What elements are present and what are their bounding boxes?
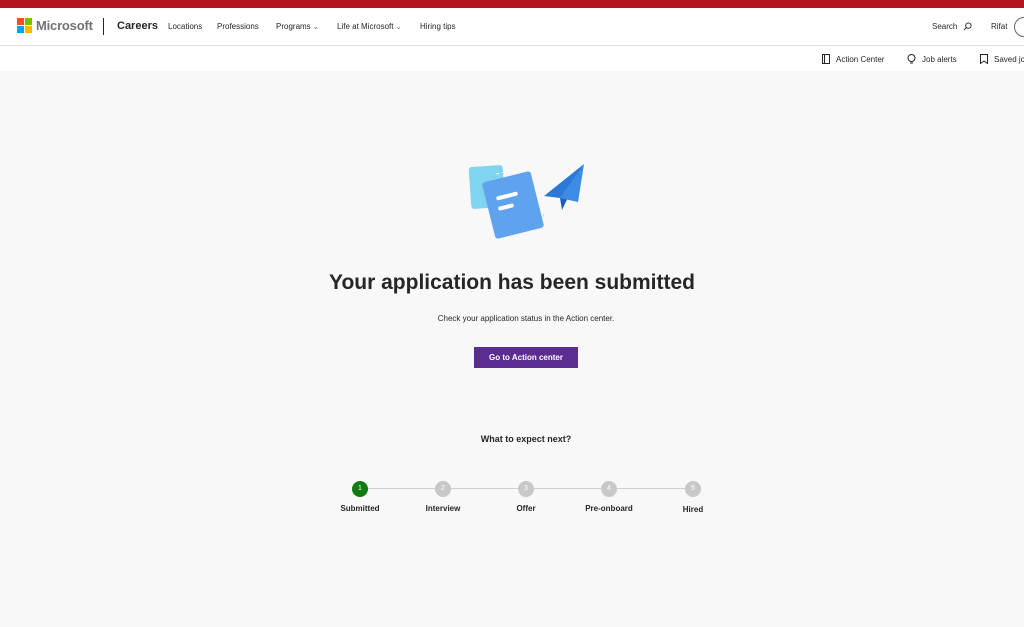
site-header: Microsoft Careers Locations Professions … — [0, 8, 1024, 46]
nav-label: Locations — [168, 22, 203, 31]
header-divider — [103, 18, 104, 35]
secondary-toolbar: Action Center Job alerts Saved jo — [0, 47, 1024, 71]
nav-locations[interactable]: Locations — [168, 22, 202, 31]
saved-jobs-label: Saved jo — [994, 54, 1024, 64]
step-3-label: Offer — [516, 504, 536, 513]
nav-professions[interactable]: Professions — [217, 22, 259, 31]
search-icon — [963, 22, 972, 31]
chevron-down-icon: ⌄ — [312, 24, 319, 31]
step-2-label: Interview — [425, 504, 461, 513]
microsoft-logo-link[interactable]: Microsoft — [17, 18, 93, 33]
nav-label: Professions — [217, 22, 259, 31]
step-5-label: Hired — [682, 505, 704, 514]
search-button[interactable]: Search — [932, 22, 972, 31]
search-label: Search — [932, 22, 958, 31]
chevron-down-icon: ⌄ — [395, 24, 402, 31]
next-steps-heading: What to expect next? — [480, 434, 572, 444]
lightbulb-icon — [907, 54, 916, 64]
saved-jobs-link[interactable]: Saved jo — [980, 54, 1024, 64]
nav-hiring-tips[interactable]: Hiring tips — [420, 22, 456, 31]
action-center-label: Action Center — [836, 54, 885, 64]
step-4-marker: 4 — [601, 481, 617, 497]
step-3-marker: 3 — [518, 481, 534, 497]
step-1-marker: 1 — [352, 481, 368, 497]
nav-label: Programs — [276, 22, 311, 31]
paper-plane-document-illustration — [468, 164, 584, 239]
nav-label: Hiring tips — [420, 22, 456, 31]
step-2-marker: 2 — [435, 481, 451, 497]
avatar[interactable] — [1014, 17, 1024, 37]
step-4-label: Pre-onboard — [585, 504, 633, 513]
step-5-marker: 5 — [685, 481, 701, 497]
step-1-label: Submitted — [340, 504, 380, 513]
go-to-action-center-button[interactable]: Go to Action center — [474, 347, 578, 368]
action-center-link[interactable]: Action Center — [822, 54, 884, 64]
nav-programs[interactable]: Programs ⌄ — [276, 22, 319, 31]
page-title: Your application has been submitted — [329, 271, 695, 294]
brand-name: Microsoft — [36, 18, 93, 33]
job-alerts-label: Job alerts — [922, 54, 957, 64]
microsoft-logo-icon — [17, 18, 32, 33]
user-name[interactable]: Rifat — [991, 22, 1007, 31]
careers-home-link[interactable]: Careers — [117, 20, 158, 32]
status-description: Check your application status in the Act… — [437, 314, 615, 323]
nav-life-at-microsoft[interactable]: Life at Microsoft ⌄ — [337, 22, 401, 31]
browser-top-strip — [0, 0, 1024, 8]
nav-label: Life at Microsoft — [337, 22, 394, 31]
bookmark-icon — [980, 54, 988, 64]
document-icon — [822, 54, 830, 64]
job-alerts-link[interactable]: Job alerts — [907, 54, 957, 64]
